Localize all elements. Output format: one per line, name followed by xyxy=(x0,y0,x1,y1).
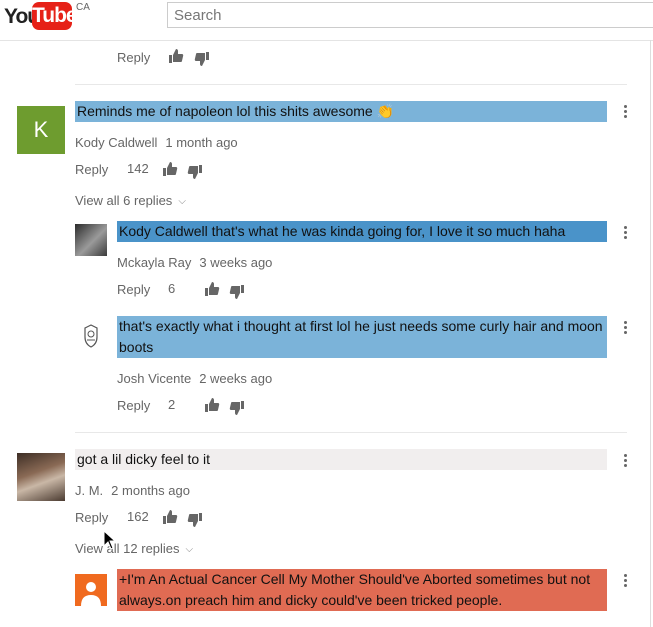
reply-button[interactable]: Reply xyxy=(75,162,108,177)
reply-button[interactable]: Reply xyxy=(117,282,150,297)
chevron-down-icon: ⌵ xyxy=(185,544,194,555)
more-options-icon[interactable] xyxy=(620,103,630,121)
reply-text: Kody Caldwell that's what he was kinda g… xyxy=(117,221,607,242)
like-count: 162 xyxy=(127,509,149,524)
view-replies-button[interactable]: View all 12 replies ⌵ xyxy=(75,541,193,556)
thumbs-up-icon[interactable] xyxy=(168,48,184,64)
comment-author[interactable]: J. M. xyxy=(75,483,103,498)
reply-text: that's exactly what i thought at first l… xyxy=(117,316,607,358)
reply-author[interactable]: Josh Vicente xyxy=(117,371,191,386)
more-options-icon[interactable] xyxy=(620,224,630,242)
mouse-cursor-icon xyxy=(103,530,117,550)
reply-date[interactable]: 3 weeks ago xyxy=(199,255,272,270)
reply-button[interactable]: Reply xyxy=(75,510,108,525)
reply-text: +I'm An Actual Cancer Cell My Mother Sho… xyxy=(117,569,607,611)
comment-separator xyxy=(75,432,627,433)
reply-author[interactable]: Mckayla Ray xyxy=(117,255,191,270)
more-options-icon[interactable] xyxy=(620,452,630,470)
avatar[interactable]: K xyxy=(17,106,65,154)
comment-meta: J. M. 2 months ago xyxy=(75,483,190,498)
thumbs-up-icon[interactable] xyxy=(204,397,220,413)
like-count: 142 xyxy=(127,161,149,176)
chevron-down-icon: ⌵ xyxy=(178,196,186,207)
thumbs-down-icon[interactable] xyxy=(229,284,245,300)
comment-text: Reminds me of napoleon lol this shits aw… xyxy=(75,101,607,122)
reply-meta: Josh Vicente 2 weeks ago xyxy=(117,371,272,386)
comment-meta: Kody Caldwell 1 month ago xyxy=(75,135,238,150)
masthead: You Tube CA xyxy=(0,0,653,41)
avatar[interactable] xyxy=(75,320,107,352)
view-replies-label: View all 6 replies xyxy=(75,193,173,208)
reply-button[interactable]: Reply xyxy=(117,398,150,413)
thumbs-up-icon[interactable] xyxy=(162,161,178,177)
thumbs-up-icon[interactable] xyxy=(204,281,220,297)
more-options-icon[interactable] xyxy=(620,572,630,590)
comment-date[interactable]: 1 month ago xyxy=(165,135,237,150)
view-replies-label: View all 12 replies xyxy=(75,541,180,556)
comment-date[interactable]: 2 months ago xyxy=(111,483,190,498)
comment-separator xyxy=(75,84,627,85)
more-options-icon[interactable] xyxy=(620,319,630,337)
search-input[interactable] xyxy=(167,2,653,28)
view-replies-button[interactable]: View all 6 replies ⌵ xyxy=(75,193,186,208)
reply-button[interactable]: Reply xyxy=(117,50,150,65)
thumbs-down-icon[interactable] xyxy=(187,164,203,180)
avatar[interactable] xyxy=(75,224,107,256)
avatar[interactable] xyxy=(17,453,65,501)
thumbs-down-icon[interactable] xyxy=(194,51,210,67)
avatar-letter: K xyxy=(33,117,49,142)
comment-author[interactable]: Kody Caldwell xyxy=(75,135,157,150)
thumbs-down-icon[interactable] xyxy=(229,400,245,416)
logo-tube-text: Tube xyxy=(32,2,78,30)
reply-date[interactable]: 2 weeks ago xyxy=(199,371,272,386)
thumbs-down-icon[interactable] xyxy=(187,512,203,528)
content-divider xyxy=(650,40,651,627)
comment-text: got a lil dicky feel to it xyxy=(75,449,607,470)
logo-region-label: CA xyxy=(76,2,90,13)
like-count: 6 xyxy=(168,281,176,296)
avatar[interactable] xyxy=(75,574,107,606)
reply-meta: Mckayla Ray 3 weeks ago xyxy=(117,255,272,270)
thumbs-up-icon[interactable] xyxy=(162,509,178,525)
like-count: 2 xyxy=(168,397,176,412)
